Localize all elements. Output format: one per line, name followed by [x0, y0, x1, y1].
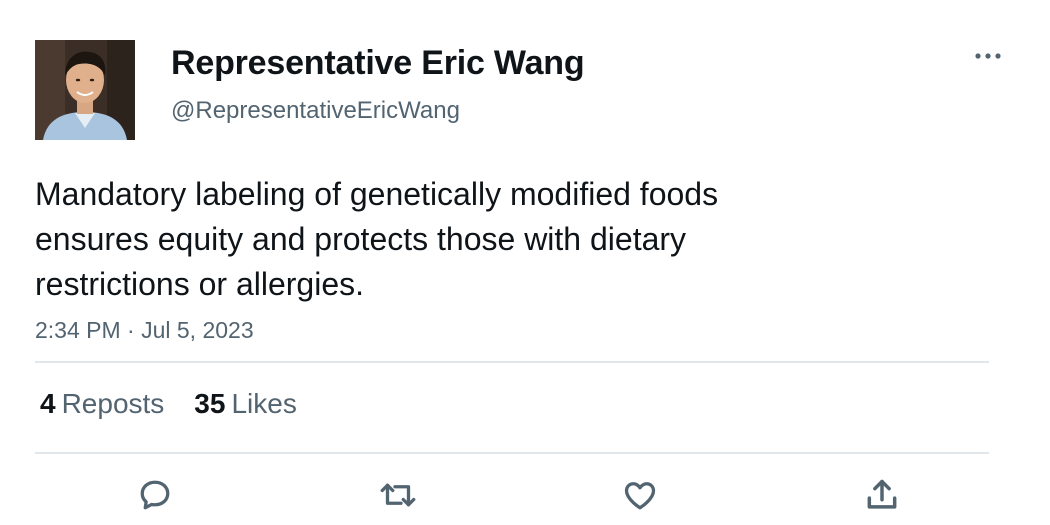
repost-button[interactable]	[378, 475, 418, 515]
avatar[interactable]	[35, 40, 135, 140]
reposts-count: 4	[40, 388, 56, 419]
reposts-stat[interactable]: 4 Reposts	[40, 386, 164, 422]
more-options-button[interactable]	[972, 42, 1004, 70]
share-icon	[867, 479, 897, 509]
more-icon	[975, 53, 1001, 59]
reposts-label: Reposts	[61, 388, 165, 419]
tweet-timestamp[interactable]: 2:34 PM · Jul 5, 2023	[35, 314, 254, 346]
like-button[interactable]	[620, 475, 660, 515]
divider-top	[35, 361, 989, 363]
likes-count: 35	[194, 388, 226, 419]
repost-icon	[380, 483, 416, 507]
share-button[interactable]	[862, 475, 902, 515]
divider-bottom	[35, 452, 989, 454]
tweet-text: Mandatory labeling of genetically modifi…	[35, 176, 719, 302]
likes-label: Likes	[231, 388, 297, 419]
reply-icon	[140, 480, 170, 510]
profile-photo	[35, 40, 135, 140]
like-icon	[624, 482, 656, 510]
likes-stat[interactable]: 35 Likes	[194, 386, 297, 422]
author-display-name[interactable]: Representative Eric Wang	[171, 42, 585, 84]
author-handle[interactable]: @RepresentativeEricWang	[171, 95, 460, 127]
engagement-stats: 4 Reposts 35 Likes	[40, 386, 297, 422]
reply-button[interactable]	[135, 475, 175, 515]
